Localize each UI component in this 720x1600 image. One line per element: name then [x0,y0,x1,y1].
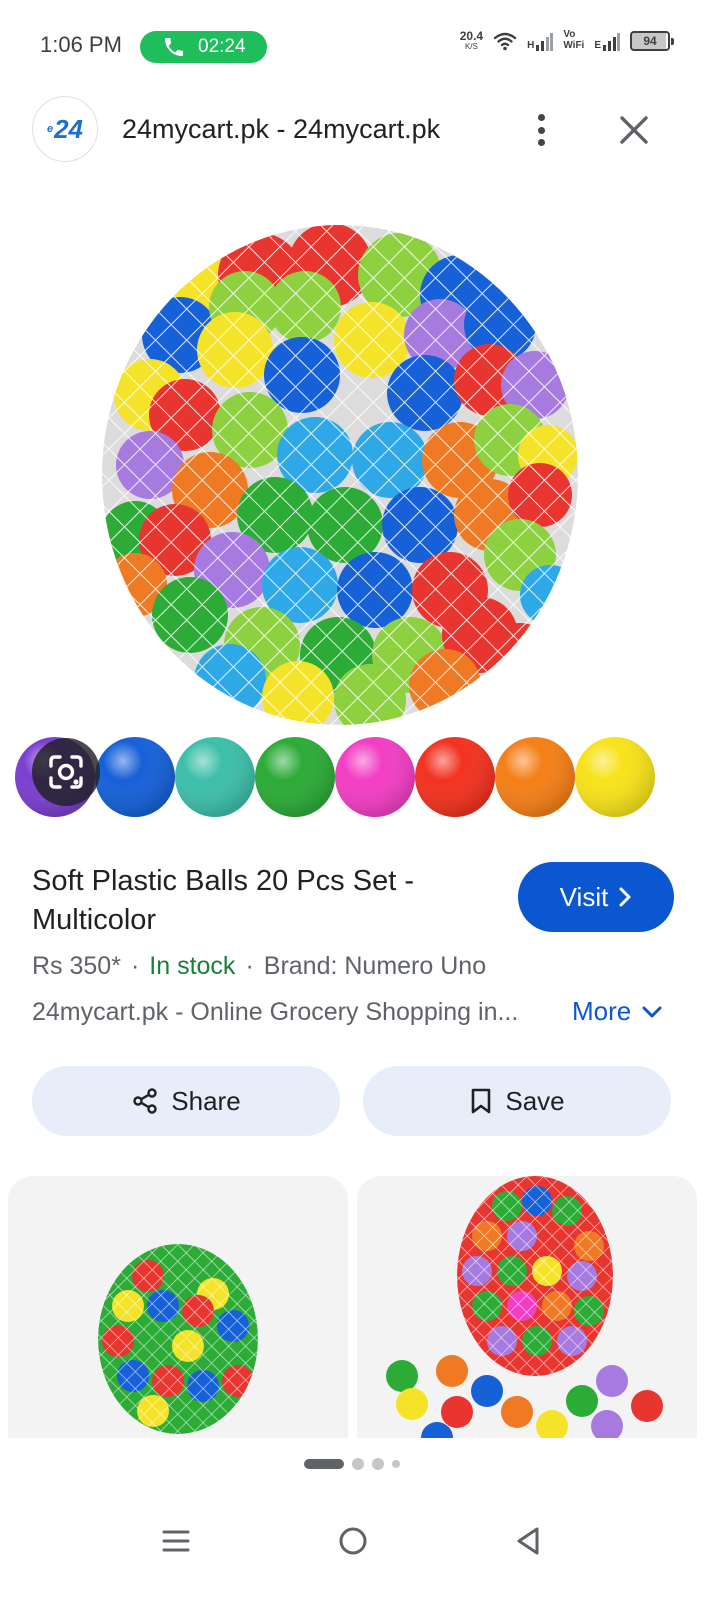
back-icon [517,1527,539,1555]
chevron-down-icon [642,1006,662,1017]
brand: Brand: Numero Uno [263,952,487,980]
share-button[interactable]: Share [32,1066,340,1136]
price: Rs 350* [32,952,121,980]
result-header: e 24 24mycart.pk - 24mycart.pk [0,92,720,172]
visit-label: Visit [559,881,609,912]
product-image[interactable] [0,215,720,835]
related-image[interactable] [8,1176,348,1438]
more-button[interactable]: More [572,996,663,1027]
related-image[interactable] [357,1176,697,1438]
status-bar: 1:06 PM 02:24 20.4 K/S H Vo WiFi E 94 [0,0,720,92]
related-image-thumbnail [98,1244,258,1434]
stock-status: In stock [149,952,236,980]
system-nav-bar [0,1495,720,1600]
lens-icon [49,755,83,789]
visit-button[interactable]: Visit [518,862,674,932]
google-lens-button[interactable] [32,738,100,806]
share-label: Share [171,1085,241,1116]
network-type-1: H [527,39,535,51]
save-button[interactable]: Save [363,1066,671,1136]
status-time: 1:06 PM [40,32,122,57]
close-icon[interactable] [614,110,654,150]
battery-icon: 94 [630,30,674,51]
network-speed: 20.4 K/S [459,29,484,51]
bookmark-icon [472,1088,491,1114]
source-description: 24mycart.pk - Online Grocery Shopping in… [32,998,519,1026]
save-label: Save [505,1085,565,1116]
ongoing-call-chip[interactable]: 02:24 [140,31,267,63]
site-title[interactable]: 24mycart.pk - 24mycart.pk [122,114,440,145]
recents-button[interactable] [146,1511,206,1571]
related-image-thumbnail [386,1176,663,1438]
vowifi-indicator: Vo WiFi [563,29,585,51]
signal-icon [536,32,554,51]
more-label: More [572,996,632,1026]
product-title: Soft Plastic Balls 20 Pcs Set - Multicol… [32,865,414,936]
network-type-2: E [594,39,601,51]
site-logo: e 24 [32,96,98,162]
product-meta: Rs 350* · In stock · Brand: Numero Uno [32,952,487,980]
carousel-indicator [304,1458,400,1470]
home-button[interactable] [323,1511,383,1571]
wifi-icon [493,32,517,50]
signal-icon [603,32,620,51]
battery-level: 94 [643,33,657,48]
menu-icon [162,1530,190,1552]
more-vert-icon[interactable] [526,110,556,150]
call-timer: 02:24 [198,36,246,57]
share-icon [133,1088,157,1114]
phone-icon [165,38,183,56]
chevron-right-icon [619,887,631,907]
home-icon [339,1527,367,1555]
back-button[interactable] [498,1511,558,1571]
